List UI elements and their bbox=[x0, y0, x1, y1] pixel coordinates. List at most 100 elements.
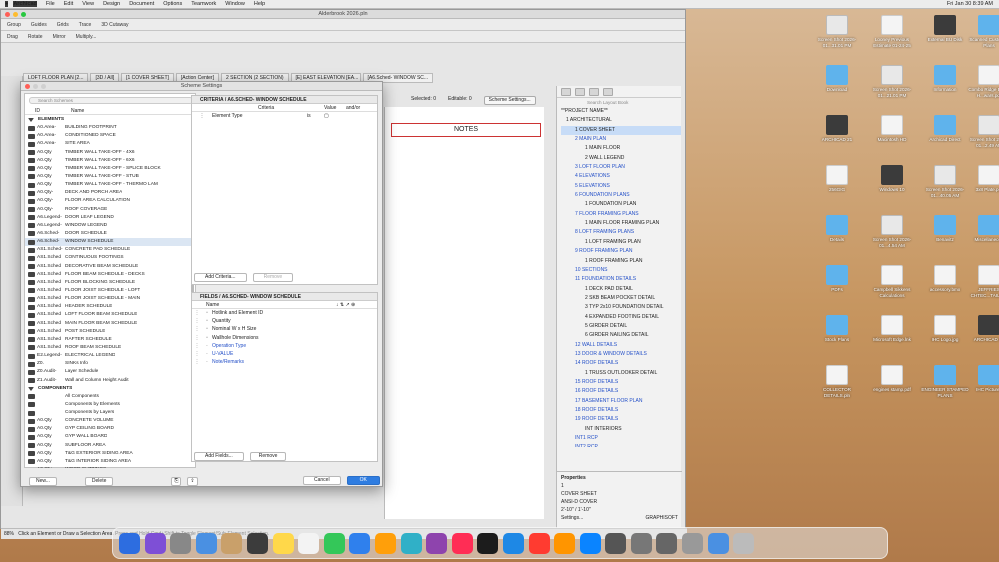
scheme-row[interactable]: A0.Qty T&G EXTERIOR SIDING AREA bbox=[25, 450, 193, 458]
field-row[interactable]: ⋮ ▫ Wallhole Dimensions bbox=[192, 334, 377, 342]
scheme-row[interactable]: AS1.Sched MAIN FLOOR BEAM SCHEDULE bbox=[25, 320, 193, 328]
layout-tree-item[interactable]: 1 FOUNDATION PLAN bbox=[561, 200, 681, 209]
scheme-row[interactable]: A0.Qty TIMBER WALL TAKE-OFF - 4X6 bbox=[25, 149, 193, 157]
dock-app-icon[interactable] bbox=[733, 532, 755, 554]
dock-app-icon[interactable] bbox=[707, 532, 729, 554]
field-row[interactable]: ⋮ ▫ Nominal W x H Size bbox=[192, 325, 377, 333]
scheme-row[interactable]: A0.Area- SITE AREA bbox=[25, 140, 193, 148]
field-row[interactable]: ⋮ · U-VALUE bbox=[192, 350, 377, 358]
layout-tree-item[interactable]: 14 ROOF DETAILS bbox=[561, 359, 681, 368]
layout-tree-item[interactable]: INT INTERIORS bbox=[561, 425, 681, 434]
schedule-canvas[interactable] bbox=[384, 107, 544, 519]
prop-number[interactable]: 1 bbox=[561, 482, 678, 490]
desktop-icon[interactable]: Screen Shot 2026-01...2.49 AM bbox=[964, 115, 999, 148]
scheme-row[interactable]: A0.Qty- FLOOR AREA CALCULATION bbox=[25, 197, 193, 205]
scheme-row[interactable]: AS1.Sched FLOOR BLOCKING SCHEDULE bbox=[25, 279, 193, 287]
scheme-row[interactable]: Z0. SINKs Info bbox=[25, 360, 193, 368]
desktop-icon[interactable]: IHC Pictures bbox=[964, 365, 999, 393]
dock-app-icon[interactable] bbox=[605, 532, 627, 554]
edit-tool-item[interactable]: Drag bbox=[7, 34, 18, 40]
scheme-row[interactable]: A6.Legend- DOOR LEAF LEGEND bbox=[25, 214, 193, 222]
dock-app-icon[interactable] bbox=[323, 532, 345, 554]
scheme-row[interactable]: A0.Qty TIMBER WALL TAKE-OFF - STUB bbox=[25, 173, 193, 181]
criteria-row[interactable]: ⋮ Element Type is ▢ bbox=[192, 112, 377, 120]
scheme-row[interactable]: AS1.Sched HEADER SCHEDULE bbox=[25, 303, 193, 311]
dock-app-icon[interactable] bbox=[528, 532, 550, 554]
dock-app-icon[interactable] bbox=[170, 532, 192, 554]
scheme-row[interactable]: A0.Area- CONDITIONED SPACE bbox=[25, 132, 193, 140]
layout-tree-item[interactable]: 1 TRUSS OUTLOOKER DETAIL bbox=[561, 369, 681, 378]
criterion-operator[interactable]: is bbox=[307, 112, 324, 120]
desktop-icon[interactable]: Archicad Direct bbox=[920, 115, 970, 143]
scheme-row[interactable]: AS1.Sched ROOF BEAM SCHEDULE bbox=[25, 344, 193, 352]
disclosure-icon[interactable] bbox=[28, 118, 34, 122]
desktop-icon[interactable]: ARCHICAD 21 bbox=[812, 115, 862, 143]
add-criteria-button[interactable]: Add Criteria... bbox=[194, 273, 247, 282]
dock-app-icon[interactable] bbox=[630, 532, 652, 554]
dock-app-icon[interactable] bbox=[349, 532, 371, 554]
desktop-icon[interactable]: Scanned Customer Plans bbox=[964, 15, 999, 48]
scheme-row[interactable]: Z1.Audit- Wall and Column Height Audit bbox=[25, 377, 193, 385]
layout-tree-item[interactable]: 9 ROOF FRAMING PLAN bbox=[561, 247, 681, 256]
col-id[interactable]: ID bbox=[25, 107, 61, 114]
layout-tree-item[interactable]: 12 WALL DETAILS bbox=[561, 341, 681, 350]
desktop-icon[interactable]: ENGINEER STAMPED PLANS bbox=[920, 365, 970, 398]
field-row[interactable]: ⋮ · Operation Type bbox=[192, 342, 377, 350]
field-row[interactable]: ⋮ · Note/Remarks bbox=[192, 358, 377, 366]
layout-tree-item[interactable]: 16 ROOF DETAILS bbox=[561, 387, 681, 396]
menu-item-7[interactable]: Window bbox=[225, 1, 245, 7]
desktop-icon[interactable]: Combo Ridge Beam H...wars.pdf bbox=[964, 65, 999, 98]
scheme-row[interactable]: A0.Qty TIMBER WALL TAKE-OFF - SPLICE BLOC… bbox=[25, 165, 193, 173]
menu-item-2[interactable]: View bbox=[82, 1, 94, 7]
scheme-row[interactable]: A6.Sched- DOOR SCHEDULE bbox=[25, 230, 193, 238]
layout-tree-item[interactable]: 17 BASEMENT FLOOR PLAN bbox=[561, 397, 681, 406]
scheme-row[interactable]: AS1.Sched POST SCHEDULE bbox=[25, 328, 193, 336]
dock-app-icon[interactable] bbox=[426, 532, 448, 554]
ok-button[interactable]: OK bbox=[346, 476, 380, 485]
project-map-icon[interactable] bbox=[561, 88, 571, 96]
desktop-icon[interactable]: Information bbox=[920, 65, 970, 93]
layout-tree-item[interactable]: 2 WALL LEGEND bbox=[561, 154, 681, 163]
layout-tree-item[interactable]: 1 ROOF FRAMING PLAN bbox=[561, 257, 681, 266]
menu-clock[interactable]: Fri Jan 30 8:39 AM bbox=[947, 1, 993, 7]
layout-tree-item[interactable]: 3 TYP 2x10 FOUNDATION DETAIL bbox=[561, 303, 681, 312]
layout-tree-item[interactable]: 6 FOUNDATION PLANS bbox=[561, 191, 681, 200]
layout-tree-item[interactable]: 5 GIRDER DETAIL bbox=[561, 322, 681, 331]
drag-handle-icon[interactable]: ⋮ bbox=[192, 112, 212, 120]
scheme-row[interactable]: AS1.Sched DECORATIVE BEAM SCHEDULE bbox=[25, 263, 193, 271]
desktop-icon[interactable]: Miscellaneous bbox=[964, 215, 999, 243]
drag-handle-icon[interactable]: ⋮ bbox=[192, 325, 202, 333]
desktop-icon[interactable]: Microsoft Edge.lnk bbox=[867, 315, 917, 343]
layout-tree-item[interactable]: INT1 RCP bbox=[561, 434, 681, 443]
dock-app-icon[interactable] bbox=[451, 532, 473, 554]
window-type-icon[interactable]: ▢ bbox=[324, 112, 329, 120]
desktop-icon[interactable]: JEFFRIES CHTEC...TAIL.pdf bbox=[964, 265, 999, 298]
layout-tree-item[interactable]: 3 LOFT FLOOR PLAN bbox=[561, 163, 681, 172]
new-button[interactable]: New... bbox=[29, 477, 57, 486]
scheme-row[interactable]: Z0.Audit- Layer Schedule bbox=[25, 368, 193, 376]
scheme-row[interactable]: A0.Area- BUILDING FOOTPRINT bbox=[25, 124, 193, 132]
desktop-icon[interactable]: Screen Shot 2026-01...31.01 PM bbox=[812, 15, 862, 48]
scheme-row[interactable]: A0.Qty T&G INTERIOR SIDING AREA bbox=[25, 458, 193, 466]
toolbar-item[interactable]: Group bbox=[7, 22, 21, 28]
scheme-row[interactable]: A6.Sched- WINDOW SCHEDULE bbox=[25, 238, 193, 247]
desktop-icon[interactable]: Benavitz bbox=[920, 215, 970, 243]
dock-app-icon[interactable] bbox=[579, 532, 601, 554]
edit-tool-item[interactable]: Rotate bbox=[28, 34, 43, 40]
scheme-row[interactable]: A0.Qty TIMBER WALL TAKE-OFF - 6X6 bbox=[25, 157, 193, 165]
scheme-row[interactable]: AS1.Sched- CONCRETE PAD SCHEDULE bbox=[25, 246, 193, 254]
layout-tree-item[interactable]: 1 ARCHITECTURAL bbox=[561, 116, 681, 125]
desktop-icon[interactable]: 3x8 Plate.pdf bbox=[964, 165, 999, 193]
menu-item-4[interactable]: Document bbox=[129, 1, 154, 7]
desktop-icon[interactable]: Looney Previous Estimate 01-24-25 bbox=[867, 15, 917, 48]
scheme-row[interactable]: AS1.Sched LOFT FLOOR BEAM SCHEDULE bbox=[25, 311, 193, 319]
drag-handle-icon[interactable]: ⋮ bbox=[192, 342, 202, 350]
layout-tree-item[interactable]: 5 ELEVATIONS bbox=[561, 182, 681, 191]
cancel-button[interactable]: Cancel bbox=[303, 476, 341, 485]
scheme-row[interactable]: Components by Elements bbox=[25, 401, 193, 409]
layout-tree-item[interactable]: 1 COVER SHEET bbox=[561, 125, 681, 136]
menu-item-3[interactable]: Design bbox=[103, 1, 120, 7]
scheme-row[interactable]: A0.Qty GYP WALL BOARD bbox=[25, 433, 193, 441]
drag-handle-icon[interactable]: ⋮ bbox=[192, 317, 202, 325]
menu-item-5[interactable]: Options bbox=[163, 1, 182, 7]
